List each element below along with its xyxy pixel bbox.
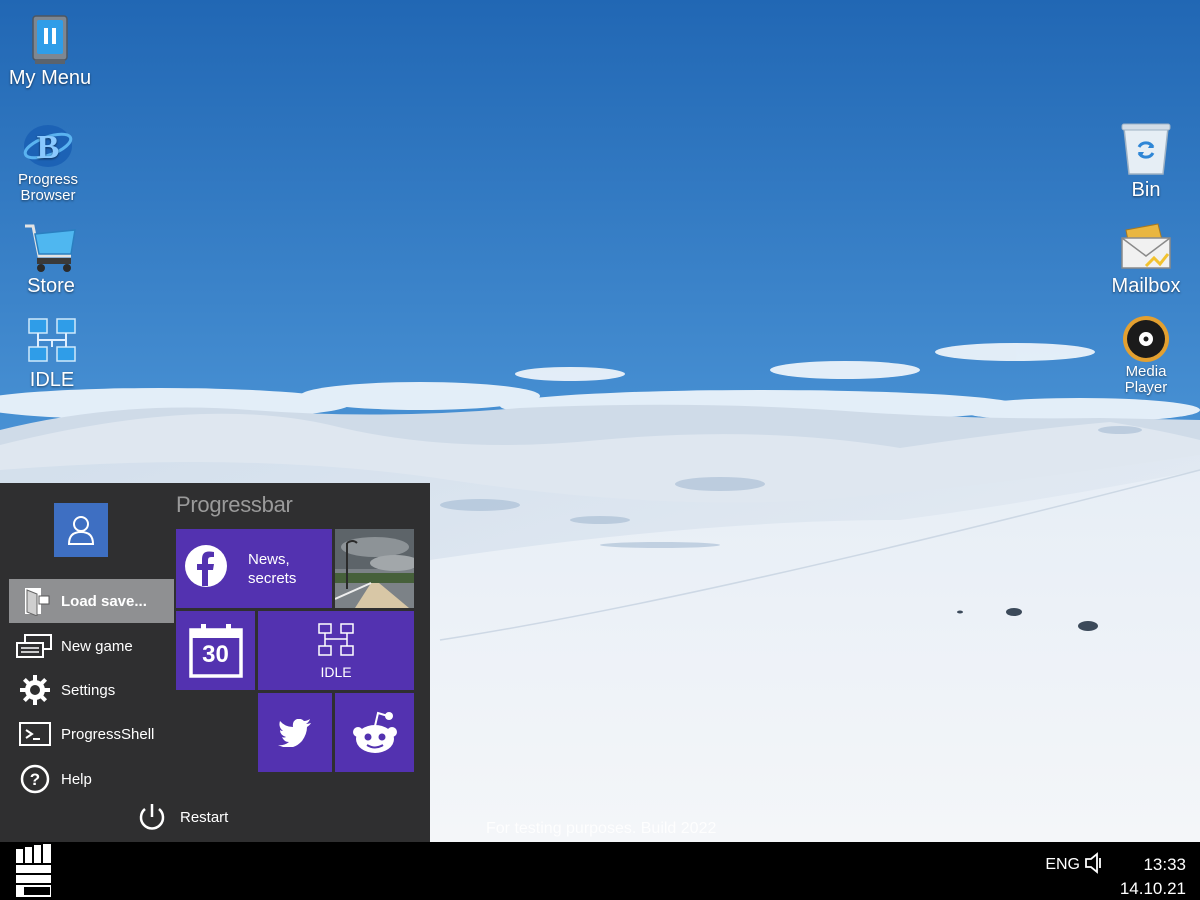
progress-browser-label: Progress Browser <box>17 171 79 204</box>
start-menu: Load save... New game Settings ProgressS… <box>0 483 430 842</box>
gear-icon <box>9 675 61 705</box>
svg-text:B: B <box>37 129 60 166</box>
recycle-bin-icon <box>1121 123 1171 175</box>
tile-photo[interactable] <box>335 529 414 608</box>
mail-icon <box>1121 223 1171 269</box>
menu-item-label: Help <box>61 770 92 788</box>
user-account-tile[interactable] <box>54 503 108 557</box>
svg-text:?: ? <box>30 770 40 789</box>
my-menu-label: My Menu <box>8 67 92 89</box>
desktop-icon-progress-browser[interactable]: B Progress Browser <box>0 120 98 204</box>
browser-icon: B <box>23 125 73 167</box>
network-icon <box>28 318 76 362</box>
language-indicator[interactable]: ENG <box>1045 856 1080 874</box>
mailbox-label: Mailbox <box>1111 275 1181 297</box>
terminal-icon <box>9 721 61 747</box>
desktop-icon-bin[interactable]: Bin <box>1096 120 1196 200</box>
menu-item-label: Load save... <box>61 592 147 610</box>
desktop-icon-mailbox[interactable]: Mailbox <box>1096 220 1196 296</box>
power-icon <box>134 801 170 833</box>
start-menu-title: Progressbar <box>176 492 293 517</box>
clock-time[interactable]: 13:33 <box>1143 855 1186 875</box>
menu-item-label: Settings <box>61 681 116 699</box>
new-game-icon <box>9 633 61 659</box>
menu-item-help[interactable]: ? Help <box>9 757 174 801</box>
tile-reddit[interactable] <box>335 693 414 772</box>
desktop-icon-store[interactable]: Store <box>1 220 101 296</box>
tile-facebook[interactable]: News, secrets <box>176 529 332 608</box>
shopping-cart-icon <box>25 224 76 272</box>
user-icon <box>67 516 95 545</box>
facebook-tile-line2: secrets <box>248 569 297 587</box>
photo-thumbnail <box>335 529 414 608</box>
idle-label: IDLE <box>29 369 75 391</box>
tile-twitter[interactable] <box>258 693 332 772</box>
bin-label: Bin <box>1131 179 1161 201</box>
facebook-icon <box>184 544 228 593</box>
build-watermark: For testing purposes. Build 2022 <box>486 820 717 837</box>
menu-item-load-save[interactable]: Load save... <box>9 579 174 623</box>
media-player-icon <box>1123 316 1169 362</box>
clock-date[interactable]: 14.10.21 <box>1120 879 1186 899</box>
restart-label: Restart <box>180 808 229 826</box>
facebook-tile-text: News, secrets <box>248 550 296 588</box>
media-player-label: Media Player <box>1124 363 1168 396</box>
twitter-icon <box>278 718 311 747</box>
tile-idle[interactable]: IDLE <box>258 611 414 690</box>
start-button[interactable] <box>14 842 56 900</box>
menu-item-label: ProgressShell <box>61 725 155 743</box>
menu-item-progressshell[interactable]: ProgressShell <box>9 712 174 756</box>
network-icon <box>318 622 354 656</box>
taskbar: ENG 13:33 14.10.21 <box>0 842 1200 900</box>
tile-calendar[interactable]: 30 <box>176 611 255 690</box>
load-save-icon <box>9 586 61 616</box>
desktop-icon-media-player[interactable]: Media Player <box>1096 314 1196 396</box>
desktop-icon-my-menu[interactable]: My Menu <box>0 14 100 88</box>
menu-item-new-game[interactable]: New game <box>9 624 174 668</box>
reddit-icon <box>352 711 397 753</box>
speaker-icon[interactable] <box>1084 852 1104 879</box>
restart-button[interactable]: Restart <box>134 801 228 833</box>
desktop-icon-idle[interactable]: IDLE <box>2 316 102 390</box>
help-icon: ? <box>9 764 61 794</box>
store-label: Store <box>27 275 75 297</box>
calendar-day: 30 <box>202 641 229 668</box>
idle-tile-label: IDLE <box>320 663 352 680</box>
windows-logo-icon <box>16 844 51 897</box>
my-menu-icon <box>32 15 68 64</box>
facebook-tile-line1: News, <box>248 550 290 568</box>
menu-item-label: New game <box>61 637 133 655</box>
menu-item-settings[interactable]: Settings <box>9 668 174 712</box>
